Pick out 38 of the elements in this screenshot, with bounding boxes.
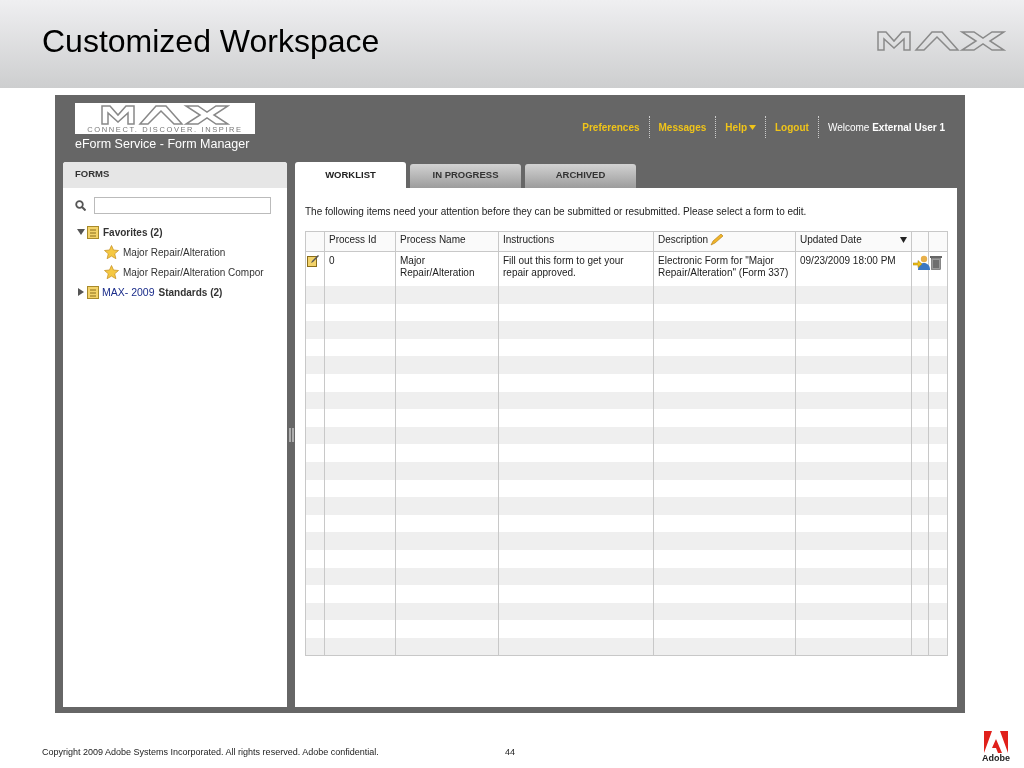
welcome-text: Welcome External User 1 — [827, 121, 945, 133]
tab[interactable]: IN PROGRESS — [410, 164, 521, 188]
nav-link[interactable]: Logout — [775, 121, 809, 133]
search-icon — [75, 200, 86, 211]
expanded-arrow-icon[interactable] — [77, 228, 85, 236]
star-icon — [104, 265, 119, 279]
tree-item[interactable]: Major Repair/Alteration Compor — [77, 262, 287, 282]
max-logo-icon — [100, 104, 230, 126]
column-header[interactable]: Process Name — [395, 231, 499, 252]
star-icon — [104, 245, 119, 259]
max-logo-icon — [876, 30, 1006, 52]
tab[interactable]: ARCHIVED — [525, 164, 636, 188]
tree-folder[interactable]: Standards (2) — [158, 286, 223, 298]
tree-item-prefix: MAX- 2009 — [102, 286, 155, 298]
trash-icon[interactable] — [930, 255, 942, 270]
brand-logo-icon — [984, 731, 1008, 753]
app-title: eForm Service - Form Manager — [75, 136, 250, 152]
splitter-handle[interactable] — [288, 427, 294, 442]
edit-form-icon[interactable] — [307, 255, 319, 267]
folder-icon — [87, 285, 99, 299]
panel-header: FORMS — [63, 162, 287, 188]
search-field[interactable] — [94, 197, 271, 214]
copyright-text: Copyright 2009 Adobe Systems Incorporated. All rights reserved. Adobe confidential. — [42, 747, 380, 759]
tree-item[interactable]: Major Repair/Alteration — [77, 242, 287, 262]
column-header[interactable]: Instructions — [498, 231, 654, 252]
page-number: 44 — [505, 747, 515, 759]
sort-descending-icon[interactable] — [900, 237, 907, 243]
tree-folder[interactable]: Favorites (2) — [103, 226, 163, 238]
instruction-text: The following items need your attention before they can be submitted or resubmitted. Please select a form to edit. — [305, 206, 808, 217]
tab[interactable]: WORKLIST — [295, 162, 406, 188]
user-arrow-icon[interactable] — [913, 255, 930, 270]
brand-name: Adobe — [982, 753, 1010, 763]
folder-icon — [87, 225, 99, 239]
collapsed-arrow-icon[interactable] — [77, 288, 85, 296]
column-header[interactable]: Updated Date — [795, 231, 912, 252]
column-header[interactable]: Description — [653, 231, 796, 252]
column-header[interactable]: Process Id — [324, 231, 396, 252]
slide-title: Customized Workspace — [42, 22, 380, 60]
